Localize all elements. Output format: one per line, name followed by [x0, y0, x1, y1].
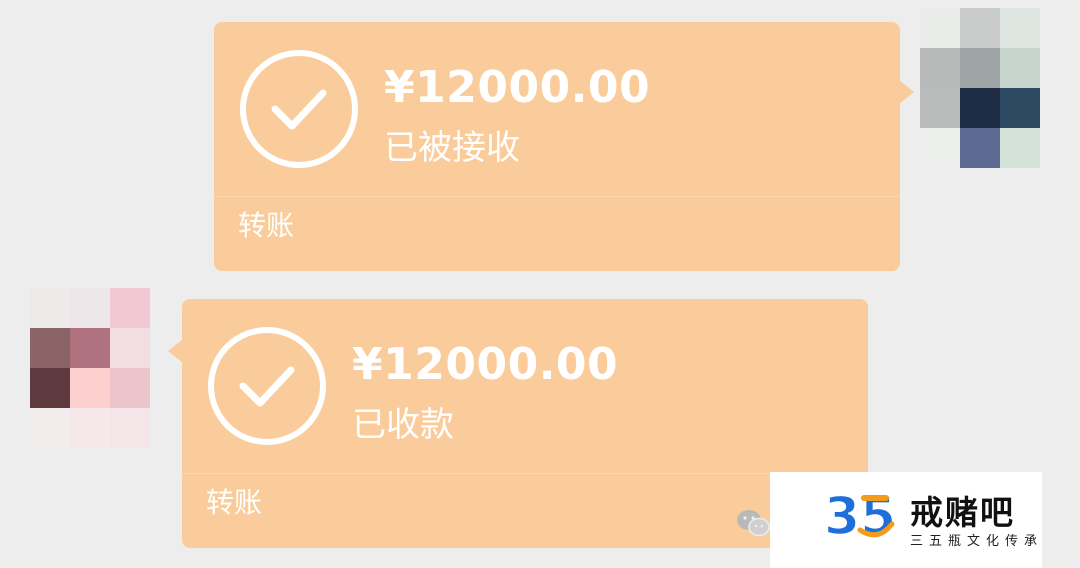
brand-watermark: 35 戒赌吧 三五瓶文化传承 [770, 472, 1042, 568]
bubble-tail [899, 80, 914, 104]
brand-tagline: 三五瓶文化传承 [910, 534, 1044, 549]
transfer-status: 已收款 [352, 405, 454, 445]
avatar-contact[interactable] [30, 288, 150, 448]
transfer-amount: ¥12000.00 [384, 62, 651, 113]
card-divider [182, 473, 868, 474]
check-circle-icon [238, 48, 360, 170]
brand-logo: 35 [820, 484, 900, 548]
transfer-amount: ¥12000.00 [352, 339, 619, 390]
transfer-label: 转账 [206, 486, 263, 519]
card-divider [214, 196, 900, 197]
brand-name: 戒赌吧 [910, 493, 1015, 532]
transfer-status: 已被接收 [384, 128, 520, 168]
transfer-label: 转账 [238, 209, 295, 242]
wechat-icon [735, 508, 771, 538]
avatar-self[interactable] [920, 8, 1040, 168]
transfer-card-sent[interactable]: ¥12000.00 已被接收 转账 [214, 22, 914, 271]
bubble-tail [168, 339, 183, 363]
check-circle-icon [206, 325, 328, 447]
